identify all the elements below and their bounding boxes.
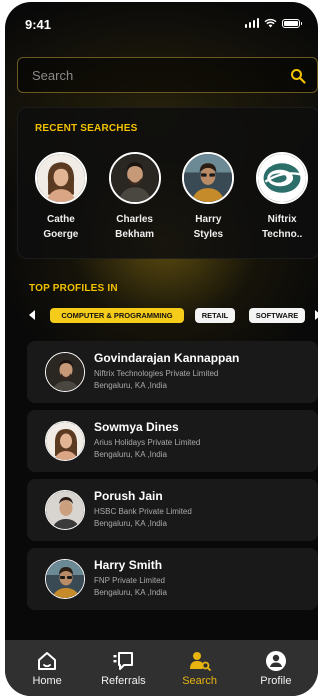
recent-item-cathe[interactable]: Cathe Goerge — [24, 152, 98, 242]
recent-item-name: Harry Styles — [193, 214, 224, 240]
profile-company: Niftrix Technologies Private Limited — [94, 369, 219, 378]
avatar — [182, 152, 235, 204]
nav-search[interactable]: Search — [165, 640, 235, 687]
recent-item-charles[interactable]: Charles Bekham — [98, 152, 172, 242]
profile-location: Bengaluru, KA ,India — [94, 381, 167, 390]
avatar — [108, 152, 161, 204]
profile-icon — [265, 651, 286, 671]
battery-icon — [282, 19, 302, 28]
profile-company: HSBC Bank Private Limited — [94, 507, 192, 516]
chip-software[interactable]: SOFTWARE — [249, 308, 305, 323]
profile-company: Arius Holidays Private Limited — [94, 438, 201, 447]
profile-name: Harry Smith — [94, 558, 163, 572]
profile-card[interactable]: Govindarajan Kannappan Niftrix Technolog… — [27, 341, 318, 403]
nav-label: Home — [32, 675, 62, 687]
avatar — [45, 559, 85, 599]
profile-company: FNP Private Limited — [94, 576, 165, 585]
profile-location: Bengaluru, KA ,India — [94, 519, 167, 528]
top-profiles-title: TOP PROFILES IN — [29, 283, 118, 294]
bottom-nav: Home Referrals Search Profile — [5, 640, 318, 696]
home-icon — [38, 652, 57, 670]
avatar — [45, 421, 85, 461]
avatar — [45, 490, 85, 530]
company-logo — [256, 152, 309, 204]
recent-item-name: Cathe Goerge — [43, 214, 79, 240]
wifi-icon — [264, 18, 277, 28]
search-input[interactable] — [18, 58, 317, 92]
recent-item-name: Niftrix Techno.. — [261, 214, 303, 240]
chevron-left-icon[interactable] — [29, 310, 35, 320]
status-icons — [244, 18, 302, 28]
recent-item-harry[interactable]: Harry Styles — [172, 152, 246, 242]
search-icon[interactable] — [290, 68, 306, 84]
nav-label: Referrals — [101, 675, 146, 687]
referrals-icon — [113, 652, 134, 670]
profile-name: Govindarajan Kannappan — [94, 351, 240, 365]
nav-home[interactable]: Home — [12, 640, 82, 687]
status-time: 9:41 — [25, 17, 52, 32]
recent-searches-list: Cathe Goerge Charles Bekham Harry Styles… — [18, 152, 318, 242]
search-bar[interactable] — [17, 57, 318, 93]
status-bar: 9:41 — [5, 2, 318, 46]
recent-item-name: Charles Bekham — [115, 214, 155, 240]
profile-list: Govindarajan Kannappan Niftrix Technolog… — [27, 341, 318, 617]
recent-searches-card: RECENT SEARCHES Cathe Goerge Charles Bek… — [17, 107, 318, 259]
signal-icon — [244, 18, 259, 28]
profile-name: Sowmya Dines — [94, 420, 179, 434]
profile-card[interactable]: Sowmya Dines Arius Holidays Private Limi… — [27, 410, 318, 472]
profile-location: Bengaluru, KA ,India — [94, 450, 167, 459]
nav-referrals[interactable]: Referrals — [88, 640, 158, 687]
profile-location: Bengaluru, KA ,India — [94, 588, 167, 597]
profile-card[interactable]: Harry Smith FNP Private Limited Bengalur… — [27, 548, 318, 610]
chip-retail[interactable]: RETAIL — [195, 308, 235, 323]
nav-label: Search — [182, 675, 218, 687]
search-people-icon — [189, 652, 211, 671]
recent-item-niftrix[interactable]: Niftrix Techno.. — [245, 152, 318, 242]
recent-searches-title: RECENT SEARCHES — [35, 123, 138, 134]
chevron-right-icon[interactable] — [315, 310, 318, 320]
profile-card[interactable]: Porush Jain HSBC Bank Private Limited Be… — [27, 479, 318, 541]
nav-label: Profile — [260, 675, 292, 687]
avatar — [45, 352, 85, 392]
profile-name: Porush Jain — [94, 489, 163, 503]
nav-profile[interactable]: Profile — [241, 640, 311, 687]
phone-screen: 9:41 RECENT SEARCHES — [5, 2, 318, 696]
chip-computer-programming[interactable]: COMPUTER & PROGRAMMING — [50, 308, 184, 323]
category-chips: COMPUTER & PROGRAMMING RETAIL SOFTWARE — [21, 306, 318, 326]
avatar — [34, 152, 87, 204]
